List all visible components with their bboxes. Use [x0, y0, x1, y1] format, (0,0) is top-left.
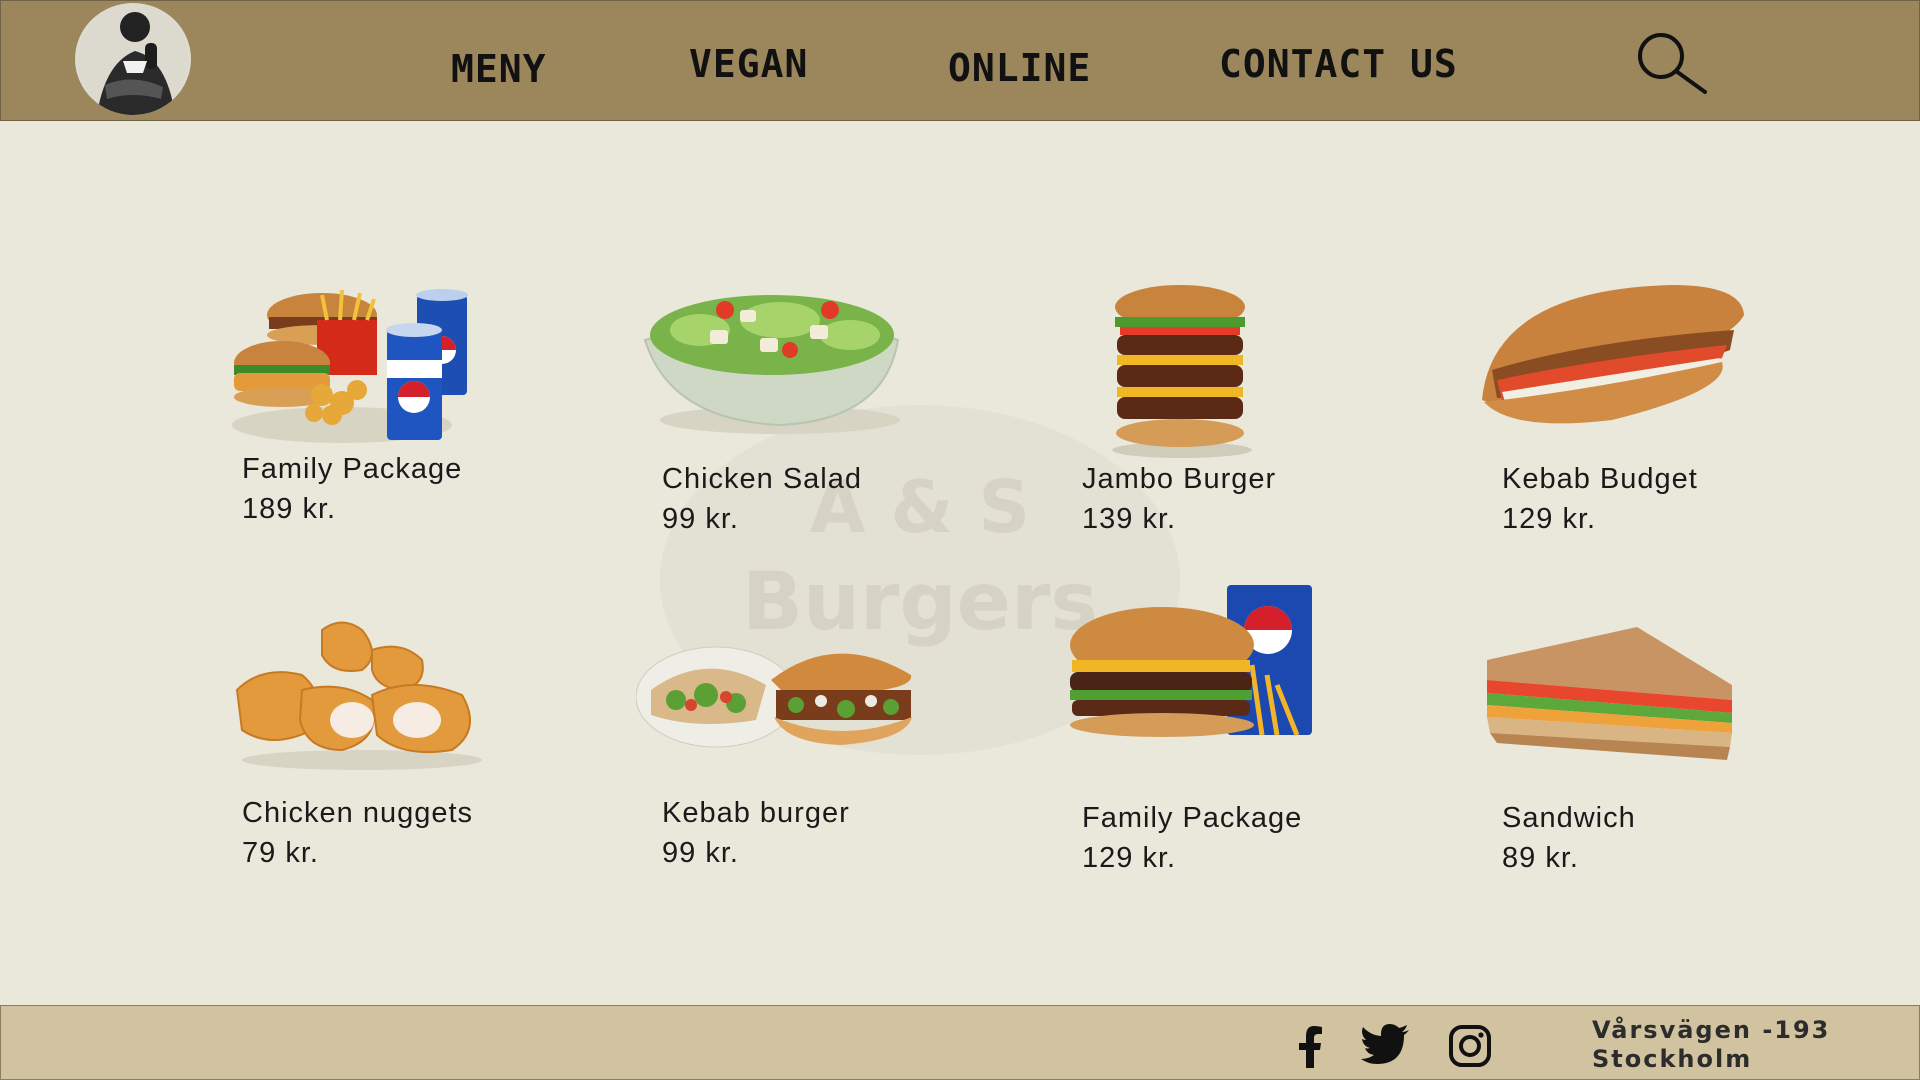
menu-item-chicken-salad[interactable]: Chicken Salad 99 kr.	[640, 280, 960, 580]
chicken-salad-image	[640, 280, 920, 450]
facebook-link[interactable]	[1288, 1024, 1332, 1068]
menu-item-family-package[interactable]: Family Package 189 kr.	[222, 285, 542, 585]
menu-item-price: 189 kr.	[242, 493, 337, 525]
sandwich-image	[1482, 625, 1762, 795]
menu-item-name: Family Package	[242, 453, 463, 485]
menu-item-price: 129 kr.	[1082, 842, 1177, 874]
chicken-nuggets-image	[222, 610, 502, 780]
menu-item-price: 89 kr.	[1502, 842, 1579, 874]
menu-item-name: Sandwich	[1502, 802, 1636, 834]
kebab-budget-image	[1472, 280, 1752, 450]
address: Vårsvägen -193 Stockholm	[1592, 1016, 1830, 1074]
search-icon	[1638, 33, 1707, 94]
twitter-link[interactable]	[1361, 1024, 1411, 1068]
jambo-burger-image	[1062, 285, 1282, 458]
site-footer: Vårsvägen -193 Stockholm	[0, 1005, 1920, 1080]
nav-vegan[interactable]: VEGAN	[689, 42, 808, 86]
menu-item-name: Kebab burger	[662, 797, 850, 829]
menu-item-family-package-2[interactable]: Family Package 129 kr.	[1062, 585, 1382, 885]
nav-meny[interactable]: MENY	[451, 47, 547, 91]
instagram-link[interactable]	[1448, 1024, 1492, 1068]
search-button[interactable]	[1635, 31, 1711, 97]
menu-item-jambo-burger[interactable]: Jambo Burger 139 kr.	[1062, 285, 1382, 585]
address-city: Stockholm	[1592, 1045, 1753, 1073]
menu-item-price: 99 kr.	[662, 503, 739, 535]
menu-item-name: Family Package	[1082, 802, 1303, 834]
menu-item-sandwich[interactable]: Sandwich 89 kr.	[1482, 625, 1802, 925]
menu-item-name: Chicken Salad	[662, 463, 862, 495]
menu-item-name: Kebab Budget	[1502, 463, 1698, 495]
nav-contact-us[interactable]: CONTACT US	[1219, 42, 1458, 86]
kebab-burger-image	[635, 635, 916, 805]
menu-item-kebab-budget[interactable]: Kebab Budget 129 kr.	[1472, 280, 1792, 580]
menu-item-chicken-nuggets[interactable]: Chicken nuggets 79 kr.	[222, 610, 542, 910]
address-street: Vårsvägen -193	[1592, 1016, 1831, 1044]
family-package-image	[222, 285, 502, 455]
menu-item-price: 79 kr.	[242, 837, 319, 869]
twitter-icon	[1361, 1024, 1409, 1064]
chef-logo-icon	[78, 4, 188, 115]
facebook-icon	[1299, 1026, 1322, 1068]
logo[interactable]	[75, 3, 191, 115]
menu-item-kebab-burger[interactable]: Kebab burger 99 kr.	[635, 635, 956, 935]
menu-item-price: 129 kr.	[1502, 503, 1597, 535]
menu-item-name: Jambo Burger	[1082, 463, 1277, 495]
nav-online[interactable]: ONLINE	[948, 46, 1091, 90]
site-header: MENY VEGAN ONLINE CONTACT US	[0, 0, 1920, 121]
menu-item-price: 139 kr.	[1082, 503, 1177, 535]
menu-item-price: 99 kr.	[662, 837, 739, 869]
family-package-image	[1062, 585, 1322, 755]
instagram-icon	[1449, 1025, 1491, 1067]
menu-item-name: Chicken nuggets	[242, 797, 474, 829]
